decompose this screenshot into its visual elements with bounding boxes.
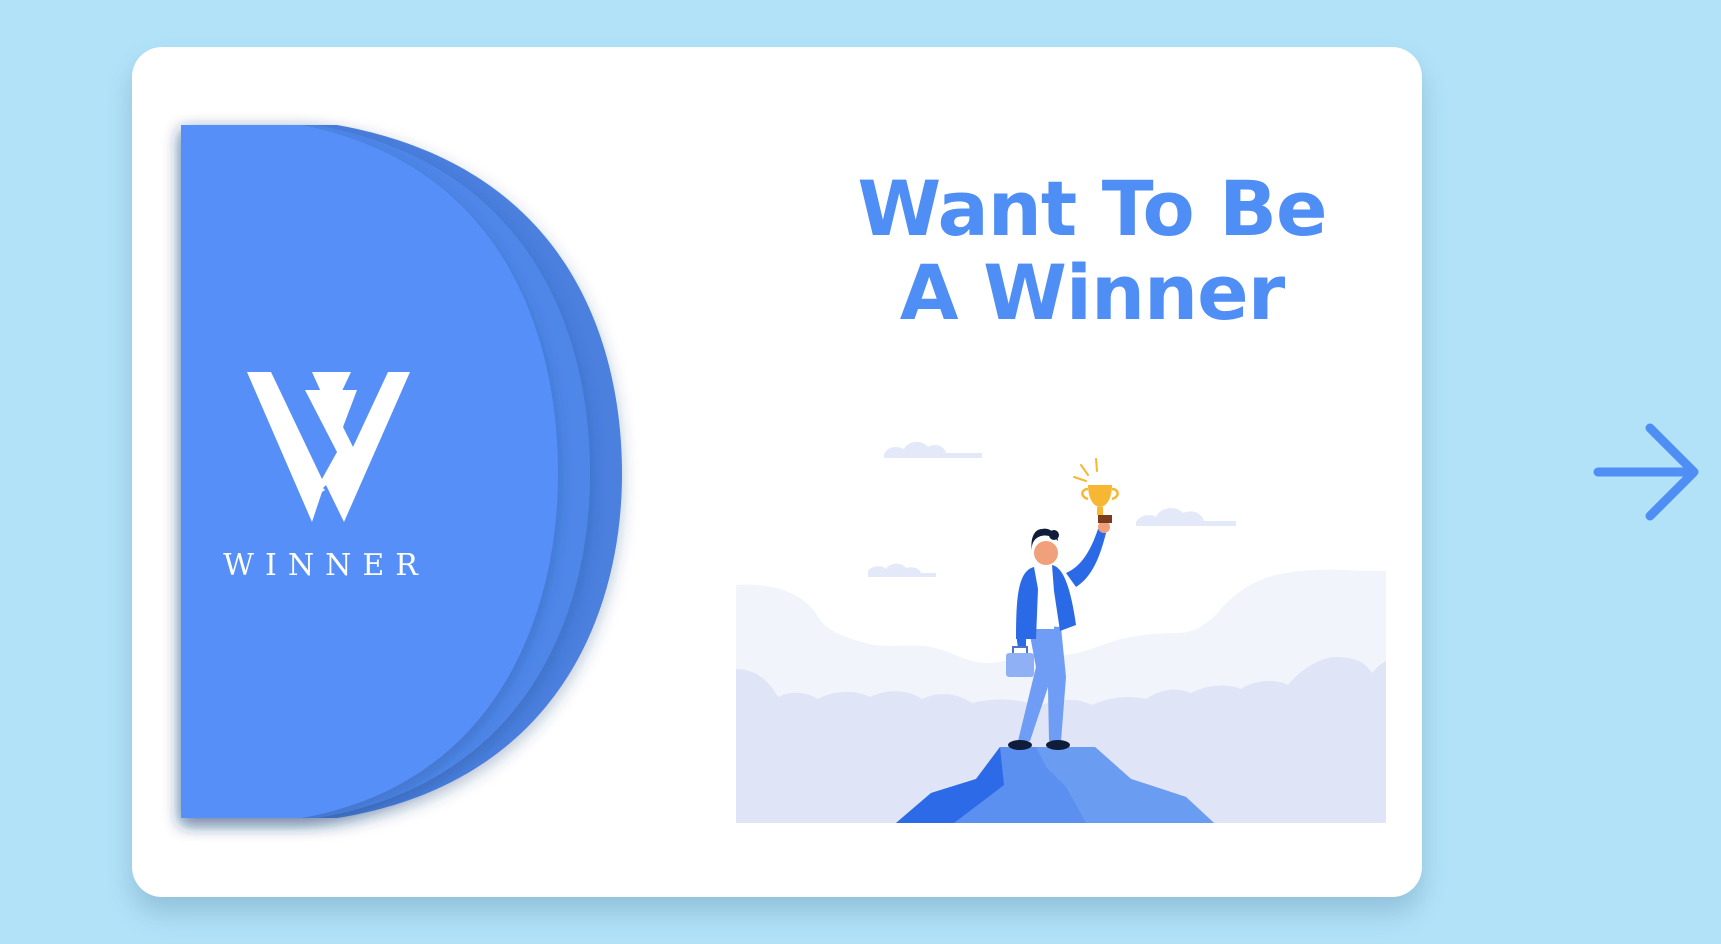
headline-line-1: Want To Be xyxy=(857,164,1327,253)
brand-wordmark: WINNER xyxy=(223,548,429,583)
arrow-right-icon xyxy=(1593,423,1699,521)
next-arrow-button[interactable] xyxy=(1592,420,1704,524)
brand-logo-disc: WINNER xyxy=(132,47,772,897)
sky-cloud xyxy=(884,441,982,458)
sky-cloud xyxy=(1136,508,1236,526)
content-card: WINNER Want To Be A Winner xyxy=(132,47,1422,897)
page-headline: Want To Be A Winner xyxy=(802,167,1382,335)
person-holding-trophy-on-mountain-illustration xyxy=(736,441,1386,823)
logo-disc-graphic: WINNER xyxy=(181,125,622,818)
headline-line-2: A Winner xyxy=(899,248,1285,337)
sky-cloud xyxy=(868,563,936,577)
